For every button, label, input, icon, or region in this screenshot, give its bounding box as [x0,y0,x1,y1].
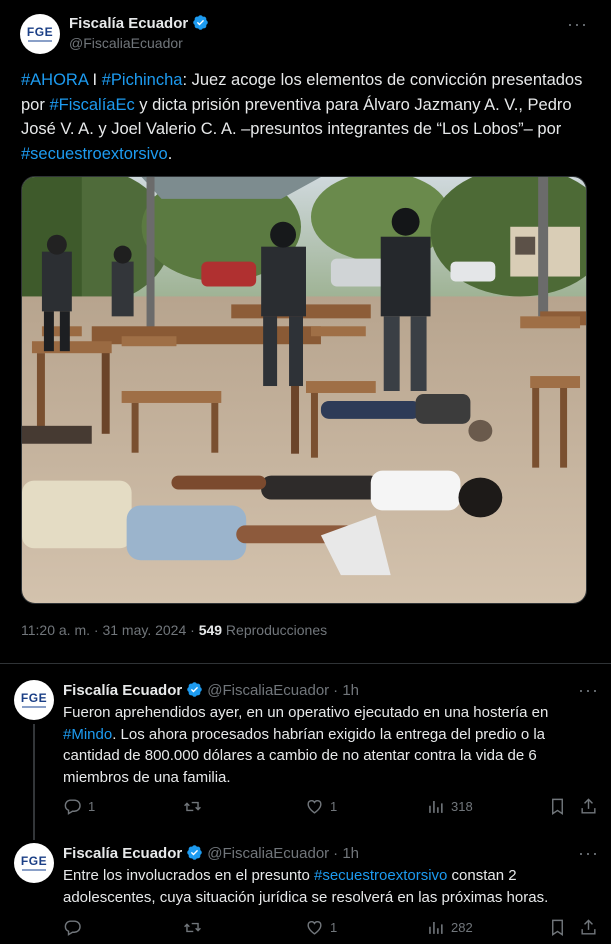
author-name[interactable]: Fiscalía Ecuador [69,14,209,32]
timestamp[interactable]: 11:20 a. m. · 31 may. 2024 · [21,622,199,638]
like-count: 1 [330,920,338,935]
reply-author-name[interactable]: Fiscalía Ecuador [63,682,182,699]
share-icon [581,919,596,935]
reply-handle[interactable]: @FiscaliaEcuador [207,845,329,862]
author-name-text: Fiscalía Ecuador [69,15,189,32]
share-icon [581,798,596,814]
reply-author-name[interactable]: Fiscalía Ecuador [63,845,182,862]
reply-handle[interactable]: @FiscaliaEcuador [207,682,329,699]
retweet-button[interactable] [183,797,202,816]
hashtag-link[interactable]: #AHORA [21,71,88,89]
reply-count: 1 [88,799,96,814]
photo-illustration [22,177,586,603]
tweet-meta: 11:20 a. m. · 31 may. 2024 · 549 Reprodu… [21,622,327,638]
avatar-logo-text: FGE [20,691,48,705]
reply-actions: 1 282 [63,918,598,940]
text-segment: Fueron aprehendidos ayer, en un operativ… [63,704,549,721]
hashtag-link[interactable]: #secuestroextorsivo [314,867,447,884]
reply-text: Entre los involucrados en el presunto #s… [63,865,593,908]
more-options-icon[interactable]: ··· [578,681,598,704]
bookmark-button[interactable] [548,918,567,937]
verified-badge-icon [186,844,203,861]
hashtag-link[interactable]: #Pichincha [102,71,183,89]
avatar-logo-underline [28,40,52,42]
share-button[interactable] [579,918,598,937]
like-button[interactable]: 1 [305,797,337,816]
heart-icon [307,800,322,814]
avatar-logo-text: FGE [26,25,54,39]
view-count: 549 [198,622,223,638]
reply-header: Fiscalía Ecuador @FiscaliaEcuador · 1h [63,844,359,862]
reply-button[interactable] [63,918,82,937]
reply-avatar[interactable]: FGE [14,843,54,883]
divider [0,663,611,664]
retweet-icon [184,801,201,812]
bookmark-icon [552,798,563,815]
thread-connector-line [33,724,35,840]
hashtag-link[interactable]: #FiscalíaEc [49,96,134,114]
reply-icon [64,920,81,936]
text-segment: . Los ahora procesados habrían exigido l… [63,725,545,786]
verified-badge-icon [186,681,203,698]
tweet-photo[interactable] [21,176,587,604]
views-label: Reproducciones [222,622,328,638]
reply-actions: 1 1 318 [63,797,598,819]
like-button[interactable]: 1 [305,918,337,937]
verified-badge-icon [192,14,209,31]
heart-icon [307,921,322,935]
bookmark-icon [552,919,563,936]
views-count: 318 [451,799,473,814]
analytics-icon [429,800,443,813]
views-button[interactable]: 318 [426,797,473,816]
avatar[interactable]: FGE [20,14,60,54]
reply-time[interactable]: · 1h [333,845,359,862]
share-button[interactable] [579,797,598,816]
bookmark-button[interactable] [548,797,567,816]
text-segment: I [87,71,102,89]
tweet-text: #AHORA I #Pichincha: Juez acoge los elem… [21,68,593,166]
views-button[interactable]: 282 [426,918,473,937]
text-segment: . [167,144,173,163]
like-count: 1 [330,799,338,814]
hashtag-link[interactable]: #Mindo [63,726,112,743]
text-segment: Entre los involucrados en el presunto [63,867,314,884]
more-options-icon[interactable]: ··· [567,15,587,38]
views-count: 282 [451,920,473,935]
reply-icon [64,799,81,815]
reply-time[interactable]: · 1h [333,682,359,699]
avatar-logo-text: FGE [20,854,48,868]
reply-header: Fiscalía Ecuador @FiscaliaEcuador · 1h [63,681,359,699]
retweet-button[interactable] [183,918,202,937]
more-options-icon[interactable]: ··· [578,844,598,867]
hashtag-link[interactable]: #secuestroextorsivo [21,145,168,163]
reply-avatar[interactable]: FGE [14,680,54,720]
retweet-icon [184,922,201,933]
avatar-logo-underline [22,869,46,871]
reply-text: Fueron aprehendidos ayer, en un operativ… [63,702,593,788]
analytics-icon [429,921,443,934]
reply-button[interactable]: 1 [63,797,95,816]
author-handle[interactable]: @FiscaliaEcuador [69,35,183,51]
avatar-logo-underline [22,706,46,708]
